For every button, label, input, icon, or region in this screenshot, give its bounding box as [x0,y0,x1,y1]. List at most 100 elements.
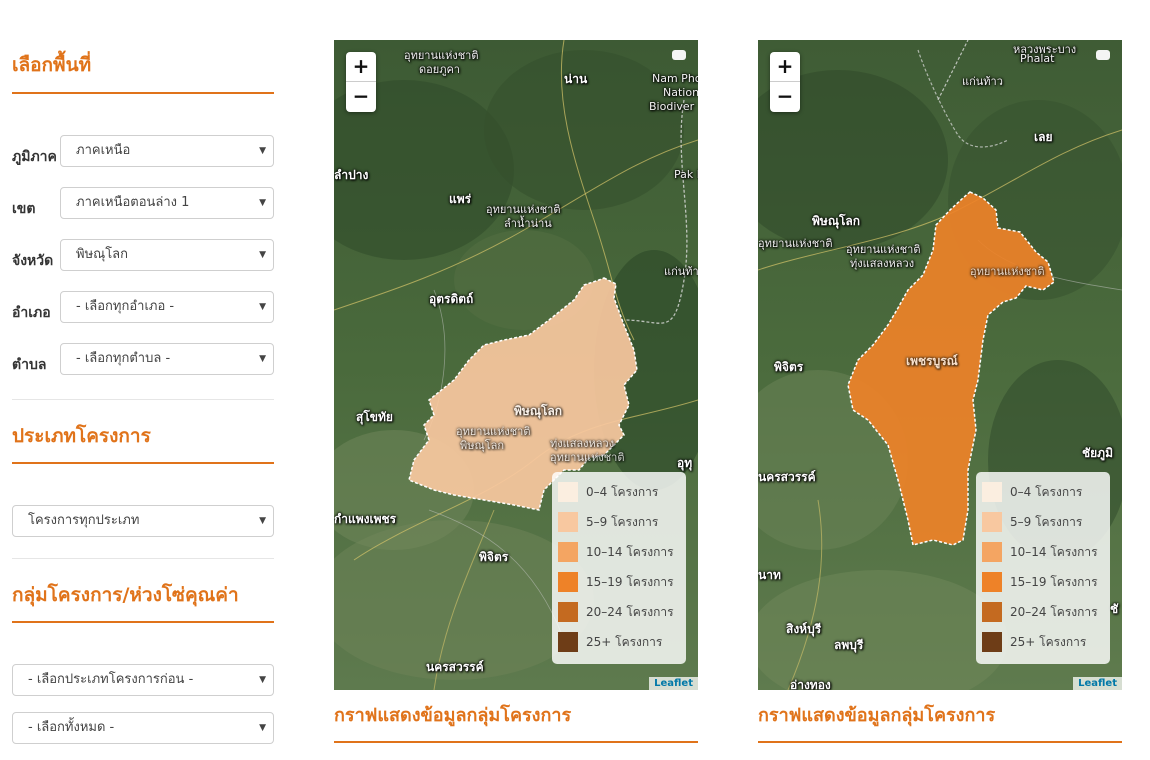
district-select[interactable]: - เลือกทุกอำเภอ - ▼ [60,291,274,323]
place-label: Nam Phong [652,72,698,85]
place-label: เพชรบูรณ์ [906,354,958,368]
legend-swatch [982,512,1002,532]
district-select-value: - เลือกทุกอำเภอ - [76,299,175,314]
province-select[interactable]: พิษณุโลก ▼ [60,239,274,271]
place-label: Nation [663,86,698,99]
place-label: พิษณุโลก [812,214,861,228]
place-label: แพร่ [449,192,472,206]
chevron-down-icon: ▼ [259,354,266,364]
legend-label: 15–19 โครงการ [586,575,674,589]
legend-swatch [558,482,578,502]
place-label: ทุ่งแสลงหลวง [850,257,915,270]
project-group-select-value: - เลือกประเภทโครงการก่อน - [28,672,194,687]
place-label: พิษณุโลก [514,404,563,418]
place-label: อุทุ [677,456,693,470]
district-label: อำเภอ [12,305,51,321]
zoom-in-button[interactable]: + [770,52,800,82]
place-label: ลำปาง [334,168,369,182]
zoom-control: + − [770,52,800,112]
place-label: นครสวรรค์ [426,660,484,674]
place-label: สุโขทัย [356,410,393,424]
place-label: อุทยานแห่งชาติ [550,451,625,464]
legend-swatch [982,572,1002,592]
map-legend: 0–4 โครงการ 5–9 โครงการ 10–14 โครงการ 15… [552,472,686,664]
region-select-value: ภาคเหนือ [76,143,131,158]
legend-swatch [982,602,1002,622]
legend-label: 10–14 โครงการ [1010,545,1098,559]
value-chain-select-value: - เลือกทั้งหมด - [28,720,115,735]
project-type-select[interactable]: โครงการทุกประเภท ▼ [12,505,274,537]
legend-swatch [982,482,1002,502]
legend-swatch [558,572,578,592]
place-label: สิงห์บุรี [786,622,822,636]
place-label: ลพบุรี [834,638,864,652]
map-1-caption-rule [334,741,698,743]
chevron-down-icon: ▼ [259,675,266,685]
project-group-section-title: กลุ่มโครงการ/ห่วงโซ่คุณค่า [12,584,239,606]
legend-label: 15–19 โครงการ [1010,575,1098,589]
zone-select[interactable]: ภาคเหนือตอนล่าง 1 ▼ [60,187,274,219]
leaflet-attribution-link[interactable]: Leaflet [1073,677,1122,690]
legend-label: 20–24 โครงการ [586,605,674,619]
map-panel-1[interactable]: อุทยานแห่งชาติ ดอยภูคา น่าน Nam Phong Na… [334,40,698,690]
chevron-down-icon: ▼ [259,516,266,526]
map-1-caption: กราฟแสดงข้อมูลกลุ่มโครงการ [334,705,572,726]
project-group-select[interactable]: - เลือกประเภทโครงการก่อน - ▼ [12,664,274,696]
place-label: ชัยภูมิ [1082,446,1113,460]
place-label: Phalat [1020,52,1055,65]
legend-label: 5–9 โครงการ [1010,515,1083,529]
legend-label: 25+ โครงการ [586,635,663,649]
layer-toggle-icon[interactable] [1096,50,1110,60]
place-label: Biodiver [649,100,695,113]
chevron-down-icon: ▼ [259,146,266,156]
place-label: เลย [1034,130,1053,144]
value-chain-select[interactable]: - เลือกทั้งหมด - ▼ [12,712,274,744]
legend-swatch [982,632,1002,652]
province-label: จังหวัด [12,253,54,269]
map-legend: 0–4 โครงการ 5–9 โครงการ 10–14 โครงการ 15… [976,472,1110,664]
legend-swatch [558,632,578,652]
legend-swatch [558,602,578,622]
legend-swatch [558,512,578,532]
leaflet-attribution-link[interactable]: Leaflet [649,677,698,690]
place-label: อ่างทอง [790,678,831,690]
chevron-down-icon: ▼ [259,198,266,208]
place-label: แก่นท้า [664,265,698,278]
chevron-down-icon: ▼ [259,302,266,312]
zoom-in-button[interactable]: + [346,52,376,82]
legend-label: 0–4 โครงการ [1010,485,1083,499]
region-label: ภูมิภาค [12,149,57,165]
divider [12,558,274,559]
place-label: พิจิตร [479,550,509,564]
zoom-out-button[interactable]: − [346,82,376,112]
chevron-down-icon: ▼ [259,723,266,733]
legend-label: 10–14 โครงการ [586,545,674,559]
area-section-rule [12,92,274,94]
project-type-select-value: โครงการทุกประเภท [28,513,140,528]
project-type-section-title: ประเภทโครงการ [12,425,151,447]
place-label: น่าน [564,72,588,86]
layer-toggle-icon[interactable] [672,50,686,60]
place-label: นาท [758,568,781,582]
zone-select-value: ภาคเหนือตอนล่าง 1 [76,195,190,210]
place-label: อุตรดิตถ์ [429,292,474,306]
zoom-out-button[interactable]: − [770,82,800,112]
place-label: อุทยานแห่งชาติ [758,237,833,250]
chevron-down-icon: ▼ [259,250,266,260]
map-panel-2[interactable]: หลวงพระบาง Phalat แก่นท้าว เลย พิษณุโลก … [758,40,1122,690]
map-2-caption: กราฟแสดงข้อมูลกลุ่มโครงการ [758,705,996,726]
project-group-section-rule [12,621,274,623]
subdistrict-select[interactable]: - เลือกทุกตำบล - ▼ [60,343,274,375]
province-select-value: พิษณุโลก [76,247,129,262]
project-type-section-rule [12,462,274,464]
legend-swatch [558,542,578,562]
place-label: Pak L [674,168,698,181]
legend-label: 25+ โครงการ [1010,635,1087,649]
place-label: ลำน้ำน่าน [504,217,552,230]
area-section-title: เลือกพื้นที่ [12,54,92,76]
region-select[interactable]: ภาคเหนือ ▼ [60,135,274,167]
legend-label: 20–24 โครงการ [1010,605,1098,619]
map-2-caption-rule [758,741,1122,743]
legend-label: 5–9 โครงการ [586,515,659,529]
place-label: พิจิตร [774,360,804,374]
